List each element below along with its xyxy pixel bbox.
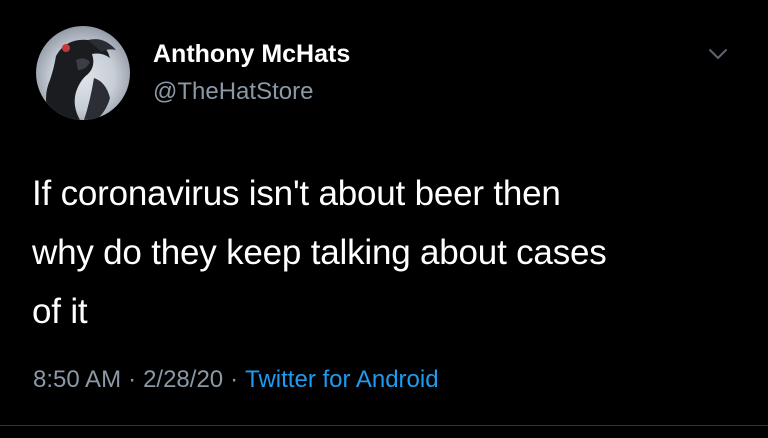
author-handle[interactable]: @TheHatStore <box>153 78 313 106</box>
tweet-date[interactable]: 2/28/20 <box>143 366 223 393</box>
tweet-text-line: why do they keep talking about cases <box>32 233 607 272</box>
meta-separator: · <box>230 366 239 393</box>
tweet-text-line: If coronavirus isn't about beer then <box>32 174 561 213</box>
more-options-button[interactable] <box>706 44 730 64</box>
tweet-source-link[interactable]: Twitter for Android <box>245 366 438 393</box>
tweet-meta: 8:50 AM · 2/28/20 · Twitter for Android <box>33 366 439 394</box>
tweet-text: If coronavirus isn't about beer then why… <box>32 164 732 341</box>
tweet-card: Anthony McHats @TheHatStore If coronavir… <box>0 0 768 438</box>
author-name[interactable]: Anthony McHats <box>153 40 350 69</box>
chevron-down-icon <box>709 49 727 59</box>
tweet-text-line: of it <box>32 292 88 331</box>
profile-photo-icon <box>46 39 116 120</box>
meta-separator: · <box>128 366 137 393</box>
avatar[interactable] <box>36 26 130 120</box>
divider <box>0 425 768 426</box>
tweet-time[interactable]: 8:50 AM <box>33 366 121 393</box>
